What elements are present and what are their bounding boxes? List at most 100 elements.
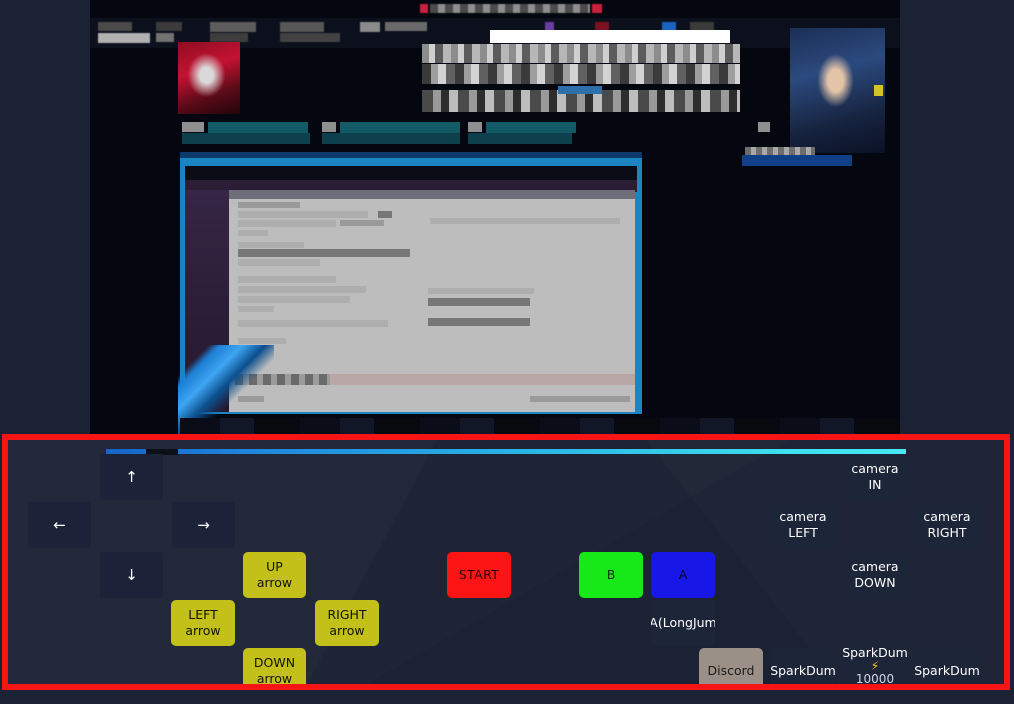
control-panel-surface: ↑ ← → ↓ UP arrow LEFT arrow RIGHT arrow … bbox=[8, 440, 1004, 684]
doc-text-line bbox=[238, 286, 366, 293]
camera-right-line1: camera bbox=[923, 509, 971, 525]
key-arrow-down[interactable]: ↓ bbox=[100, 552, 163, 598]
nav-block bbox=[360, 22, 380, 32]
nav-block bbox=[592, 4, 602, 13]
key-arrow-left[interactable]: ← bbox=[28, 502, 91, 548]
nav-block bbox=[280, 22, 324, 32]
doc-text-line bbox=[238, 259, 320, 266]
key-arrow-right-label: → bbox=[197, 515, 210, 534]
doc-text-line bbox=[340, 220, 384, 226]
start-button[interactable]: START bbox=[447, 552, 511, 598]
stream-area bbox=[0, 0, 1014, 440]
dpad-up-line1: UP bbox=[266, 559, 283, 575]
stream-title-bar bbox=[490, 30, 730, 43]
doc-text-line bbox=[238, 220, 336, 227]
stream-blue-chip bbox=[558, 86, 602, 94]
key-arrow-up[interactable]: ↑ bbox=[100, 454, 163, 500]
stream-video[interactable] bbox=[90, 0, 900, 438]
sparkdump-2-label: SparkDum bbox=[843, 644, 907, 660]
camera-down-button[interactable]: camera DOWN bbox=[843, 552, 907, 598]
camera-in-button[interactable]: camera IN bbox=[843, 454, 907, 500]
camera-down-line2: DOWN bbox=[854, 575, 896, 590]
a-longjump-button[interactable]: A(LongJum bbox=[651, 600, 715, 646]
dpad-left-line1: LEFT bbox=[188, 607, 218, 623]
doc-text-line bbox=[238, 306, 274, 312]
dpad-left-button[interactable]: LEFT arrow bbox=[171, 600, 235, 646]
doc-text-line bbox=[238, 202, 300, 208]
key-arrow-up-label: ↑ bbox=[125, 467, 138, 486]
sparkdump-button-3[interactable]: SparkDum bbox=[915, 648, 979, 684]
dpad-up-line2: arrow bbox=[256, 575, 293, 590]
nav-block bbox=[430, 4, 590, 13]
dpad-down-button[interactable]: DOWN arrow bbox=[243, 648, 306, 684]
avatar-caption-text bbox=[745, 147, 815, 155]
camera-right-button[interactable]: camera RIGHT bbox=[915, 502, 979, 548]
lightning-bolt-icon: ⚡ bbox=[870, 659, 880, 674]
doc-text-line bbox=[378, 211, 392, 218]
discord-button[interactable]: Discord bbox=[699, 648, 763, 684]
dpad-up-button[interactable]: UP arrow bbox=[243, 552, 306, 598]
dpad-right-line2: arrow bbox=[329, 623, 365, 638]
avatar-caption-bar bbox=[742, 155, 852, 166]
screen-root: ↑ ← → ↓ UP arrow LEFT arrow RIGHT arrow … bbox=[0, 0, 1014, 704]
chip bbox=[322, 122, 336, 132]
chip bbox=[340, 122, 460, 133]
sparkdump-button-1[interactable]: SparkDum bbox=[771, 648, 835, 684]
dpad-left-line2: arrow bbox=[185, 623, 221, 638]
chip bbox=[468, 122, 482, 132]
chip bbox=[208, 122, 308, 133]
nav-block bbox=[156, 22, 182, 31]
a-button-label: A bbox=[678, 567, 688, 583]
discord-button-label: Discord bbox=[707, 663, 755, 679]
control-panel: ↑ ← → ↓ UP arrow LEFT arrow RIGHT arrow … bbox=[2, 434, 1010, 690]
doc-text-line bbox=[238, 320, 388, 327]
sparkdump-1-label: SparkDum bbox=[771, 663, 835, 679]
chip bbox=[486, 122, 576, 133]
start-button-label: START bbox=[458, 567, 500, 583]
nav-block bbox=[210, 33, 248, 42]
dpad-right-line1: RIGHT bbox=[327, 607, 367, 623]
chip bbox=[182, 133, 310, 144]
doc-page-header bbox=[229, 190, 635, 199]
camera-in-line1: camera bbox=[851, 461, 899, 477]
chip bbox=[758, 122, 770, 132]
nav-block bbox=[98, 33, 150, 43]
b-button[interactable]: B bbox=[579, 552, 643, 598]
dpad-right-button[interactable]: RIGHT arrow bbox=[315, 600, 379, 646]
doc-text-line bbox=[428, 318, 530, 326]
dpad-down-line2: arrow bbox=[256, 671, 293, 684]
nav-block bbox=[280, 33, 340, 42]
camera-left-button[interactable]: camera LEFT bbox=[771, 502, 835, 548]
doc-text-line bbox=[430, 218, 620, 224]
camera-right-line2: RIGHT bbox=[927, 525, 967, 540]
doc-text-line bbox=[530, 396, 630, 402]
b-button-label: B bbox=[606, 567, 616, 583]
nav-block bbox=[156, 33, 174, 42]
stream-progress-bar[interactable] bbox=[106, 449, 906, 454]
chip bbox=[182, 122, 204, 132]
stream-subtitle-1 bbox=[422, 44, 740, 63]
thumbnail-red bbox=[178, 42, 240, 114]
stream-avatar bbox=[790, 28, 885, 153]
chip bbox=[468, 133, 572, 144]
stream-subtitle-2 bbox=[422, 64, 740, 84]
key-arrow-down-label: ↓ bbox=[125, 565, 138, 584]
camera-left-line2: LEFT bbox=[788, 525, 818, 540]
sparkdump-2-amount: 10000 bbox=[855, 672, 895, 684]
key-arrow-right[interactable]: → bbox=[172, 502, 235, 548]
doc-text-line bbox=[238, 211, 368, 218]
dpad-down-line1: DOWN bbox=[253, 655, 296, 671]
doc-text-line bbox=[238, 276, 336, 283]
nav-block bbox=[385, 22, 427, 31]
doc-text-line bbox=[238, 230, 268, 236]
doc-text-line bbox=[238, 242, 304, 248]
doc-text-line bbox=[428, 298, 530, 306]
nav-block bbox=[210, 22, 256, 32]
a-button[interactable]: A bbox=[651, 552, 715, 598]
doc-text-line bbox=[428, 288, 534, 294]
a-longjump-label: A(LongJum bbox=[651, 615, 715, 631]
sparkdump-button-2[interactable]: SparkDum ⚡ 10000 bbox=[843, 638, 907, 684]
doc-text-line bbox=[238, 338, 286, 344]
avatar-accent bbox=[874, 85, 883, 96]
doc-text-line bbox=[238, 249, 410, 257]
